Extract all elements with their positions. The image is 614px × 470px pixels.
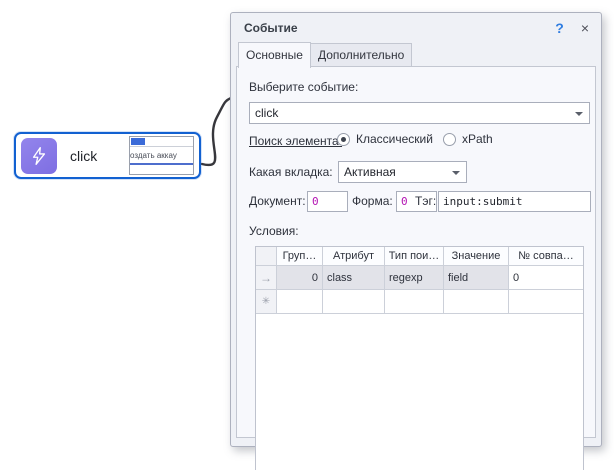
radio-classic[interactable]: Классический bbox=[337, 132, 433, 146]
form-label: Форма: bbox=[352, 194, 393, 208]
current-row-arrow-icon: → bbox=[256, 266, 277, 290]
lightning-bolt-glyph bbox=[29, 146, 49, 166]
dialog-titlebar: Событие ? × bbox=[231, 13, 601, 40]
table-header-row: Груп… Атрибут Тип пои… Значение № совпа… bbox=[256, 247, 583, 266]
cell-value-empty[interactable] bbox=[444, 290, 509, 314]
cell-match-no-empty[interactable] bbox=[509, 290, 583, 314]
canvas: click оздать аккау Событие ? × Основные … bbox=[0, 0, 614, 470]
event-dialog: Событие ? × Основные Дополнительно Выбер… bbox=[230, 12, 602, 447]
event-combobox[interactable]: click bbox=[249, 102, 590, 124]
element-thumbnail: оздать аккау bbox=[129, 136, 194, 175]
cell-attribute-empty[interactable] bbox=[323, 290, 385, 314]
cell-match-no[interactable]: 0 bbox=[509, 266, 583, 290]
tab-strip: Основные Дополнительно bbox=[238, 42, 412, 68]
tag-label: Тэг: bbox=[415, 194, 436, 208]
radio-classic-label: Классический bbox=[356, 132, 433, 146]
node-label: click bbox=[70, 148, 97, 164]
cell-search-type-empty[interactable] bbox=[385, 290, 444, 314]
radio-unselected-icon bbox=[443, 133, 456, 146]
header-attribute[interactable]: Атрибут bbox=[323, 247, 385, 266]
new-row-star-icon: ✳ bbox=[256, 290, 277, 314]
header-match-no[interactable]: № совпа… bbox=[509, 247, 583, 266]
conditions-label: Условия: bbox=[249, 224, 299, 238]
table-new-row[interactable]: ✳ bbox=[256, 290, 583, 314]
event-node[interactable]: click оздать аккау bbox=[14, 132, 201, 179]
thumbnail-selection-chip bbox=[131, 138, 145, 145]
tab-advanced[interactable]: Дополнительно bbox=[311, 43, 412, 67]
table-empty-area bbox=[256, 314, 583, 470]
event-combobox-value: click bbox=[255, 106, 278, 120]
radio-xpath-label: xPath bbox=[462, 132, 493, 146]
thumbnail-underline bbox=[130, 163, 193, 165]
header-search-type[interactable]: Тип пои… bbox=[385, 247, 444, 266]
dialog-title: Событие bbox=[244, 21, 298, 35]
document-input[interactable]: 0 bbox=[307, 191, 348, 212]
tab-page-main: Выберите событие: click Поиск элемента: … bbox=[236, 66, 596, 438]
help-button[interactable]: ? bbox=[555, 20, 564, 36]
cell-value[interactable]: field bbox=[444, 266, 509, 290]
chevron-down-icon bbox=[452, 171, 460, 175]
event-select-label: Выберите событие: bbox=[249, 80, 358, 94]
close-button[interactable]: × bbox=[581, 20, 589, 36]
element-search-link[interactable]: Поиск элемента: bbox=[249, 134, 342, 148]
cell-attribute[interactable]: class bbox=[323, 266, 385, 290]
conditions-table[interactable]: Груп… Атрибут Тип пои… Значение № совпа…… bbox=[255, 246, 584, 470]
header-selector-cell bbox=[256, 247, 277, 266]
table-row[interactable]: → 0 class regexp field 0 bbox=[256, 266, 583, 290]
which-tab-combobox[interactable]: Активная bbox=[338, 161, 467, 183]
header-value[interactable]: Значение bbox=[444, 247, 509, 266]
document-label: Документ: bbox=[249, 194, 306, 208]
radio-selected-icon bbox=[337, 133, 350, 146]
cell-group-empty[interactable] bbox=[277, 290, 323, 314]
tab-main[interactable]: Основные bbox=[238, 42, 311, 68]
header-group[interactable]: Груп… bbox=[277, 247, 323, 266]
thumbnail-text: оздать аккау bbox=[130, 151, 193, 160]
radio-xpath[interactable]: xPath bbox=[443, 132, 493, 146]
which-tab-label: Какая вкладка: bbox=[249, 165, 333, 179]
chevron-down-icon bbox=[575, 112, 583, 116]
cell-search-type[interactable]: regexp bbox=[385, 266, 444, 290]
lightning-icon bbox=[21, 138, 57, 174]
which-tab-combobox-value: Активная bbox=[344, 165, 396, 179]
tag-input[interactable]: input:submit bbox=[438, 191, 591, 212]
thumbnail-divider bbox=[130, 146, 193, 147]
cell-group[interactable]: 0 bbox=[277, 266, 323, 290]
